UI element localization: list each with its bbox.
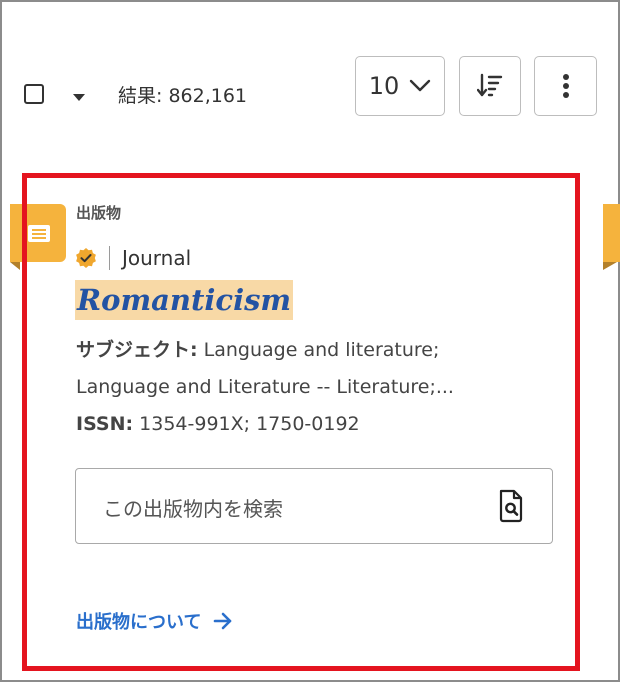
divider: [109, 246, 110, 270]
subjects-value: Language and literature;: [203, 339, 440, 361]
result-title-link[interactable]: Romanticism: [75, 280, 294, 320]
issn-value: 1354-991X; 1750-0192: [139, 413, 360, 435]
page-size-value: 10: [368, 72, 400, 100]
about-publication-label: 出版物について: [76, 612, 202, 633]
caret-down-icon[interactable]: [73, 94, 85, 101]
page-size-select[interactable]: 10: [355, 56, 445, 116]
select-all-checkbox[interactable]: [24, 84, 44, 104]
subjects-line: サブジェクト: Language and literature;: [76, 337, 439, 363]
more-vertical-icon: [562, 74, 569, 98]
chevron-down-icon: [410, 79, 431, 92]
sort-icon: [477, 73, 503, 97]
results-count: 結果: 862,161: [118, 85, 248, 107]
next-card-badge: [603, 204, 620, 262]
document-search-icon[interactable]: [498, 489, 524, 523]
more-options-button[interactable]: [534, 56, 597, 116]
badge-fold: [10, 262, 20, 270]
arrow-right-icon: [214, 612, 232, 630]
subjects-label: サブジェクト:: [76, 339, 198, 361]
about-publication-link[interactable]: 出版物について: [76, 608, 233, 634]
content-type-label: Journal: [122, 246, 192, 270]
search-placeholder: この出版物内を検索: [103, 497, 283, 521]
subjects-line-continued: Language and Literature -- Literature;..…: [76, 376, 454, 398]
badge-fold: [603, 262, 617, 270]
search-within-publication-input[interactable]: この出版物内を検索: [75, 468, 553, 544]
sort-button[interactable]: [459, 56, 521, 116]
issn-label: ISSN:: [76, 413, 134, 435]
verified-icon: [76, 248, 96, 268]
record-type-label: 出版物: [76, 204, 122, 222]
issn-line: ISSN: 1354-991X; 1750-0192: [76, 411, 360, 437]
